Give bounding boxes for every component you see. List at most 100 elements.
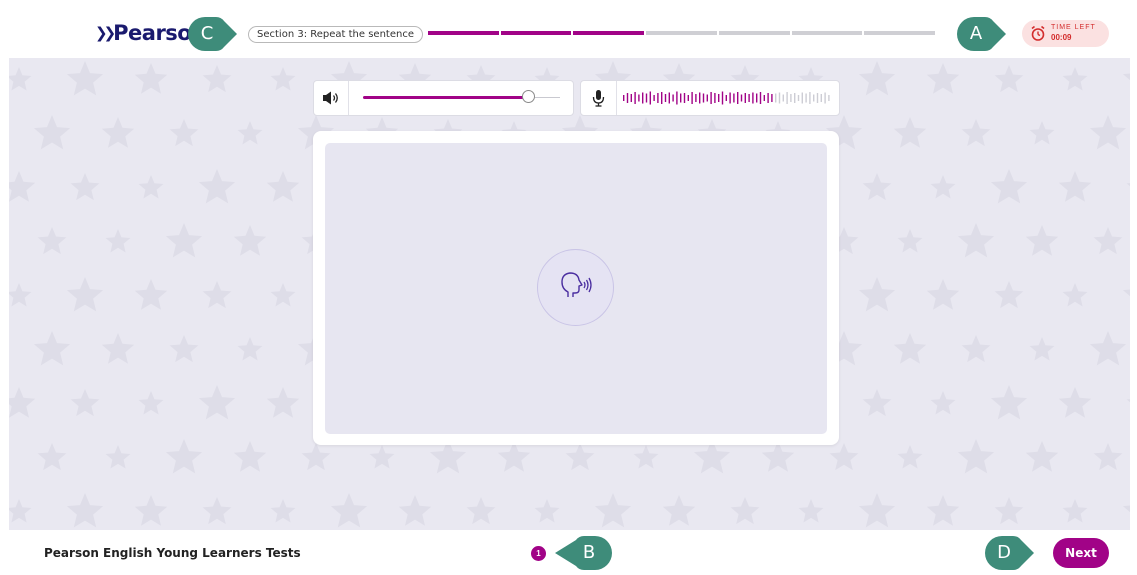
progress-segment <box>864 31 936 35</box>
volume-slider-handle[interactable] <box>522 90 535 103</box>
background-star <box>301 443 331 471</box>
waveform-bar <box>775 93 777 103</box>
background-star <box>9 67 32 91</box>
background-star <box>1058 171 1092 202</box>
microphone-icon <box>592 90 605 107</box>
background-star <box>897 445 923 469</box>
background-star <box>990 385 1028 420</box>
background-star <box>237 337 263 361</box>
background-star <box>1122 505 1130 528</box>
waveform-bar <box>752 92 754 104</box>
callout-a-label: A <box>969 23 983 44</box>
volume-slider-fill <box>363 96 526 99</box>
background-star <box>66 277 104 312</box>
background-star <box>169 335 199 363</box>
progress-segment <box>791 31 863 35</box>
waveform-bar <box>706 94 708 102</box>
waveform-bar <box>649 91 651 105</box>
waveform-bar <box>661 92 663 104</box>
waveform-bar <box>657 93 659 103</box>
waveform-bar <box>676 91 678 105</box>
microphone-button <box>581 81 617 115</box>
background-star <box>994 65 1024 93</box>
background-star <box>369 445 395 469</box>
waveform-bar <box>733 93 735 103</box>
callout-b: B <box>555 536 612 570</box>
background-star <box>398 495 432 526</box>
background-star <box>897 229 923 253</box>
background-star <box>70 173 100 201</box>
waveform-bar <box>794 93 796 103</box>
background-star <box>198 169 236 204</box>
product-title: Pearson English Young Learners Tests <box>44 546 301 560</box>
background-star <box>466 497 496 525</box>
background-star <box>105 229 131 253</box>
background-star <box>1062 67 1088 91</box>
background-star <box>994 497 1024 525</box>
background-star <box>138 175 164 199</box>
waveform-bar <box>702 93 705 103</box>
waveform-bar <box>786 92 788 104</box>
background-star <box>730 497 760 525</box>
progress-segment <box>428 31 499 35</box>
speaking-indicator <box>537 249 614 326</box>
background-star <box>1089 115 1127 150</box>
waveform-bar <box>767 93 769 103</box>
waveform-bar <box>725 95 727 101</box>
waveform-bar <box>630 94 632 102</box>
background-star <box>633 445 659 469</box>
progress-bar <box>428 31 936 35</box>
waveform-bar <box>683 93 686 103</box>
next-button[interactable]: Next <box>1053 538 1109 568</box>
waveform-bar <box>828 95 830 101</box>
waveform-bar <box>797 95 800 101</box>
waveform-bar <box>729 92 731 104</box>
speaker-icon <box>323 91 338 105</box>
waveform-bar <box>672 94 674 102</box>
background-star <box>957 223 995 258</box>
background-star <box>266 171 300 202</box>
waveform-bar <box>691 92 693 104</box>
background-star <box>862 389 892 417</box>
background-star <box>1062 499 1088 523</box>
background-star <box>926 279 960 310</box>
waveform-bar <box>782 94 784 102</box>
background-star <box>994 281 1024 309</box>
waveform-bar <box>771 94 773 102</box>
pearson-mark-icon: ❯❯ <box>95 24 116 42</box>
background-star <box>926 63 960 94</box>
background-star <box>1093 227 1123 255</box>
background-star <box>858 493 896 528</box>
background-star <box>202 65 232 93</box>
background-star <box>165 223 203 258</box>
background-star <box>1025 225 1059 256</box>
background-star <box>1025 441 1059 472</box>
waveform-bar <box>642 92 644 104</box>
background-star <box>1089 331 1127 366</box>
background-star <box>893 117 927 148</box>
time-left-label: TIME LEFT <box>1051 24 1096 31</box>
background-star <box>594 493 632 528</box>
background-star <box>1058 387 1092 418</box>
background-star <box>761 441 795 472</box>
waveform-bar <box>824 92 826 104</box>
background-star <box>266 387 300 418</box>
background-star <box>862 173 892 201</box>
volume-button[interactable] <box>314 81 349 115</box>
background-star <box>270 499 296 523</box>
background-star <box>202 497 232 525</box>
background-star <box>893 333 927 364</box>
question-number-badge: 1 <box>531 546 546 561</box>
background-star <box>1122 73 1130 96</box>
background-star <box>9 283 32 307</box>
background-star <box>66 61 104 96</box>
volume-slider[interactable] <box>363 90 560 103</box>
waveform-bar <box>714 93 716 103</box>
progress-segment <box>718 31 790 35</box>
background-star <box>1126 183 1130 187</box>
background-star <box>858 61 896 96</box>
waveform-bar <box>778 92 781 104</box>
background-star <box>101 333 135 364</box>
waveform-bar <box>809 92 811 104</box>
callout-c-label: C <box>200 23 214 44</box>
